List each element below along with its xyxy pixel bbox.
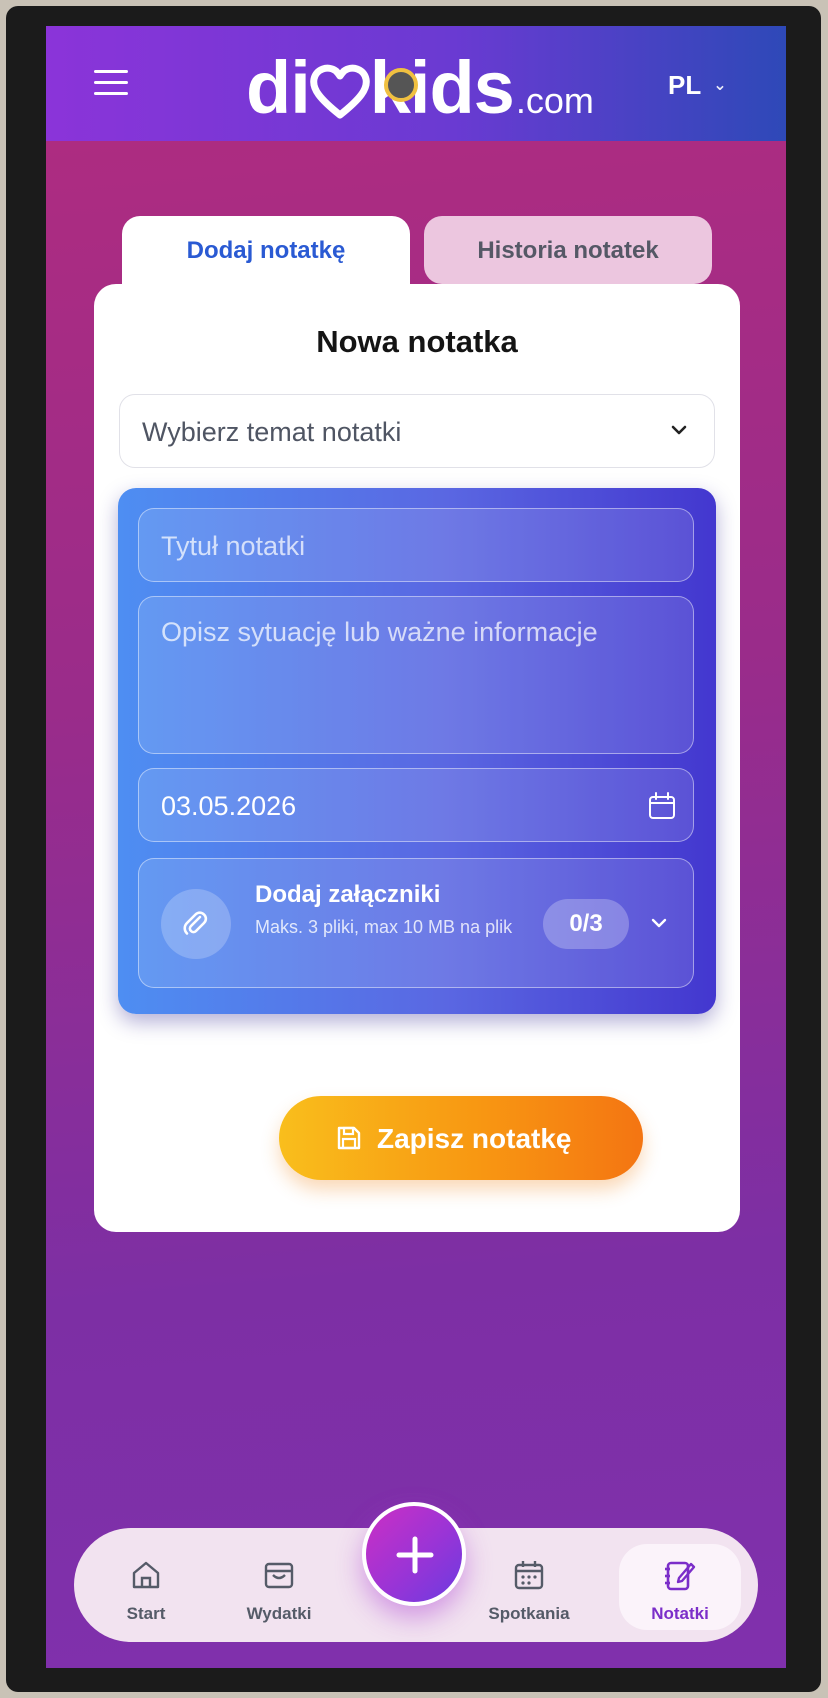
- wallet-icon: [264, 1562, 294, 1589]
- app-logo[interactable]: di kids.com: [246, 46, 594, 129]
- note-title-placeholder: Tytuł notatki: [161, 531, 306, 561]
- app-screen: di kids.com PL ⌄ Dodaj notatkę Historia no…: [46, 26, 786, 1668]
- note-date-value: 03.05.2026: [161, 791, 297, 821]
- language-selector[interactable]: PL ⌄: [668, 70, 727, 101]
- add-fab-button[interactable]: [362, 1502, 466, 1606]
- nav-label-meetings: Spotkania: [488, 1604, 570, 1623]
- note-description-placeholder: Opisz sytuację lub ważne informacje: [161, 617, 598, 647]
- logo-di: di: [246, 46, 311, 129]
- card-title: Nowa notatka: [316, 324, 518, 359]
- calendar-icon: [514, 1561, 544, 1590]
- tab-note-history[interactable]: Historia notatek: [424, 216, 712, 284]
- nav-item-expenses[interactable]: Wydatki: [224, 1528, 334, 1642]
- topic-select-placeholder: Wybierz temat notatki: [142, 417, 402, 447]
- topic-select[interactable]: Wybierz temat notatki: [119, 394, 715, 468]
- chevron-down-icon: [671, 425, 687, 435]
- home-icon: [132, 1561, 160, 1589]
- nav-item-notes[interactable]: Notatki: [619, 1544, 741, 1630]
- heart-icon: [309, 63, 370, 124]
- language-label: PL: [668, 70, 702, 100]
- attachments-count-badge: 0/3: [543, 899, 629, 949]
- chevron-down-icon: ⌄: [713, 77, 727, 94]
- notebook-icon: [665, 1561, 696, 1591]
- nav-label-notes: Notatki: [651, 1604, 709, 1623]
- note-description-textarea[interactable]: Opisz sytuację lub ważne informacje: [138, 596, 694, 754]
- nav-label-expenses: Wydatki: [246, 1604, 312, 1623]
- tab-add-note[interactable]: Dodaj notatkę: [122, 216, 410, 288]
- attachments-section[interactable]: Dodaj załączniki Maks. 3 pliki, max 10 M…: [138, 858, 694, 988]
- logo-camera-icon: [384, 68, 418, 102]
- note-title-input[interactable]: Tytuł notatki: [138, 508, 694, 582]
- chevron-down-icon[interactable]: [649, 913, 669, 933]
- app-header: di kids.com PL ⌄: [46, 26, 786, 141]
- save-note-button[interactable]: Zapisz notatkę: [279, 1096, 643, 1180]
- logo-suffix: .com: [515, 80, 594, 121]
- menu-icon[interactable]: [94, 70, 128, 96]
- attachments-title: Dodaj załączniki: [255, 881, 441, 908]
- new-note-card: Nowa notatka Wybierz temat notatki Tytuł…: [94, 284, 740, 1232]
- paperclip-icon: [161, 889, 231, 959]
- attachments-subtitle: Maks. 3 pliki, max 10 MB na plik: [255, 917, 513, 937]
- save-note-label: Zapisz notatkę: [377, 1123, 572, 1154]
- nav-item-meetings[interactable]: Spotkania: [474, 1528, 584, 1642]
- nav-label-start: Start: [126, 1604, 166, 1623]
- note-date-input[interactable]: 03.05.2026: [138, 768, 694, 842]
- note-details-panel: Tytuł notatki Opisz sytuację lub ważne i…: [118, 488, 716, 1014]
- floppy-disk-icon: [337, 1126, 361, 1150]
- calendar-icon[interactable]: [647, 791, 677, 821]
- plus-icon: [396, 1536, 434, 1574]
- nav-item-start[interactable]: Start: [106, 1528, 186, 1642]
